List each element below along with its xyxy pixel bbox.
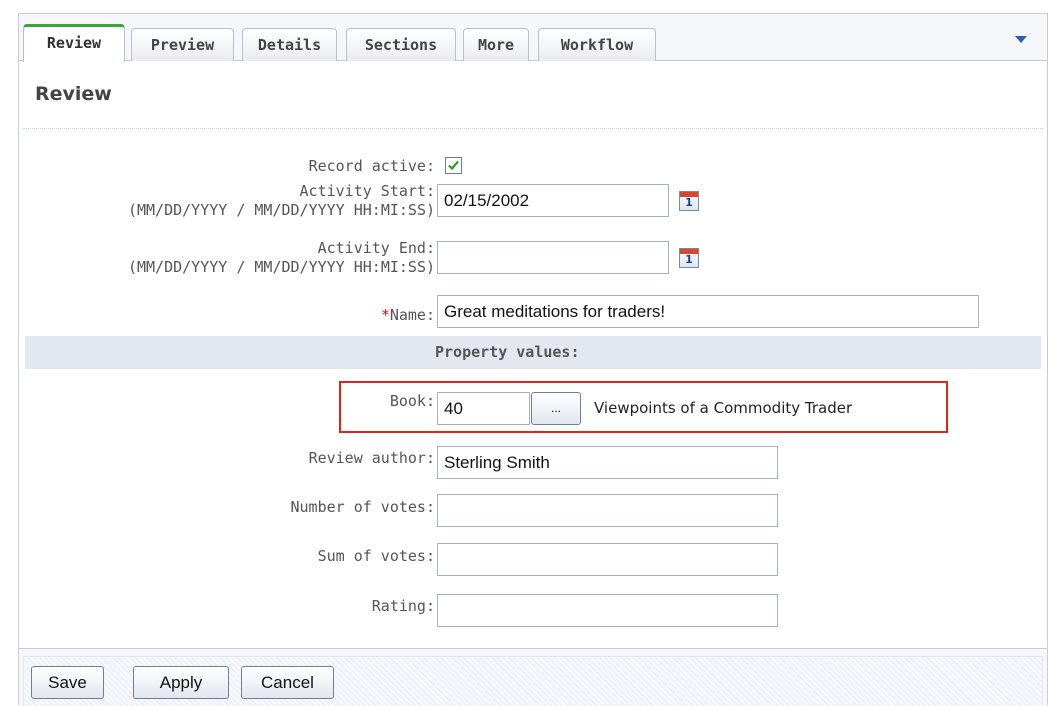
name-label-text: Name: — [389, 306, 435, 324]
cancel-button[interactable]: Cancel — [241, 666, 334, 699]
page-title: Review — [35, 83, 112, 105]
editor-frame: Review Preview Details Sections More Wor… — [18, 13, 1048, 706]
calendar-icon[interactable]: 1 — [679, 191, 699, 211]
sum-of-votes-label: Sum of votes: — [317, 547, 435, 565]
activity-end-input[interactable] — [437, 241, 669, 274]
required-marker: * — [380, 306, 390, 324]
name-label: *Name: — [381, 306, 435, 325]
review-author-label: Review author: — [308, 449, 435, 467]
book-id-input[interactable]: 40 — [437, 392, 530, 425]
save-button[interactable]: Save — [31, 666, 104, 699]
rating-label: Rating: — [371, 597, 435, 615]
book-label: Book: — [389, 392, 435, 410]
calendar-day-glyph: 1 — [685, 196, 693, 209]
property-values-heading: Property values: — [25, 336, 1041, 369]
tab-workflow[interactable]: Workflow — [538, 28, 656, 62]
tab-preview[interactable]: Preview — [131, 28, 234, 62]
number-of-votes-label: Number of votes: — [290, 498, 436, 516]
number-of-votes-input[interactable] — [437, 494, 778, 527]
activity-start-format-hint: (MM/DD/YYYY / MM/DD/YYYY HH:MI:SS) — [127, 201, 435, 219]
activity-end-label: Activity End: — [317, 239, 435, 257]
review-author-input[interactable]: Sterling Smith — [437, 446, 778, 479]
name-input[interactable]: Great meditations for traders! — [437, 295, 979, 328]
rating-input[interactable] — [437, 594, 778, 627]
action-footer: Save Apply Cancel — [19, 650, 1047, 706]
chevron-down-icon[interactable] — [1015, 36, 1027, 43]
tab-review[interactable]: Review — [23, 24, 125, 62]
activity-end-format-hint: (MM/DD/YYYY / MM/DD/YYYY HH:MI:SS) — [127, 258, 435, 276]
apply-button[interactable]: Apply — [133, 666, 229, 699]
tab-details[interactable]: Details — [242, 28, 337, 62]
record-active-label: Record active: — [308, 157, 435, 175]
book-title-link[interactable]: Viewpoints of a Commodity Trader — [594, 399, 852, 417]
tab-bar: Review Preview Details Sections More Wor… — [19, 14, 1047, 62]
activity-start-label: Activity Start: — [299, 182, 435, 200]
calendar-day-glyph: 1 — [685, 253, 693, 266]
title-divider — [23, 128, 1043, 129]
tab-sections[interactable]: Sections — [346, 28, 456, 62]
book-browse-button[interactable]: ... — [531, 392, 581, 425]
tab-more[interactable]: More — [463, 28, 529, 62]
record-active-checkbox[interactable] — [445, 157, 462, 174]
checkbox-checked-icon — [448, 160, 459, 171]
activity-start-input[interactable]: 02/15/2002 — [437, 184, 669, 217]
sum-of-votes-input[interactable] — [437, 543, 778, 576]
review-panel: Review Record active: Activity Start: (M… — [19, 61, 1047, 649]
calendar-icon[interactable]: 1 — [679, 248, 699, 268]
